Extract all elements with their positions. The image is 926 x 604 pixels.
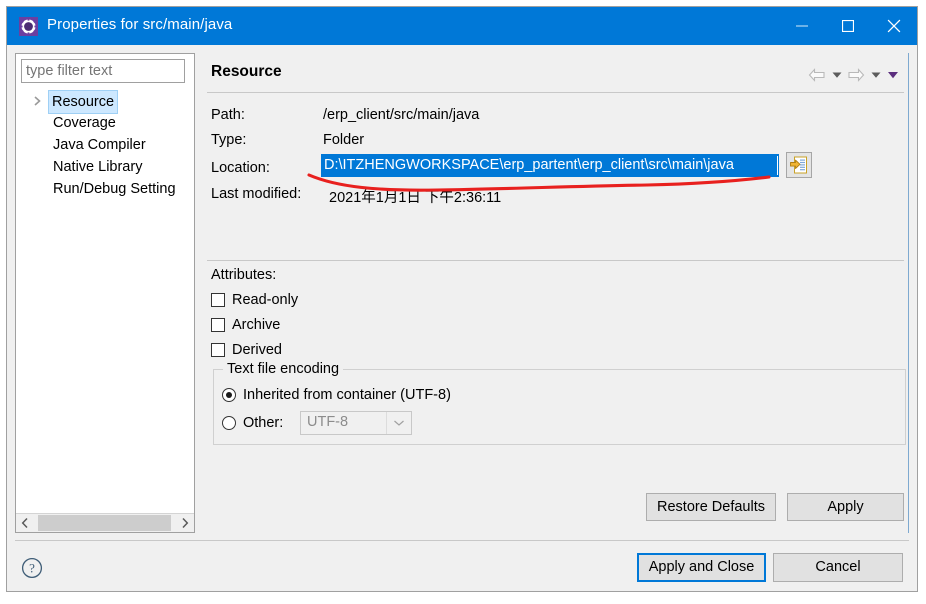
checkbox-box: [211, 293, 225, 307]
checkbox-read-only[interactable]: Read-only: [211, 288, 298, 313]
radio-other-encoding[interactable]: Other:: [222, 411, 283, 435]
svg-text:?: ?: [29, 561, 35, 576]
sidebar-item-label: Run/Debug Setting: [53, 181, 176, 197]
apply-and-close-button[interactable]: Apply and Close: [637, 553, 766, 582]
radio-dot: [222, 388, 236, 402]
attributes-title: Attributes:: [211, 267, 277, 283]
attributes-separator: [207, 260, 904, 261]
caret-down-icon[interactable]: [868, 65, 883, 85]
resource-info: Path: /erp_client/src/main/java Type: Fo…: [211, 105, 900, 209]
sidebar-item-label: Coverage: [53, 115, 116, 131]
encoding-selected-value: UTF-8: [307, 414, 349, 430]
page-navigation: [807, 65, 900, 85]
sidebar-item-native-library[interactable]: Native Library: [16, 156, 194, 178]
open-folder-icon[interactable]: [786, 152, 812, 178]
radio-inherited-encoding[interactable]: Inherited from container (UTF-8): [222, 383, 451, 407]
location-input[interactable]: D:\ITZHENGWORKSPACE\erp_partent\erp_clie…: [321, 154, 779, 177]
settings-tree-panel: Resource Coverage Java Compiler Native L…: [15, 53, 195, 533]
radio-dot: [222, 416, 236, 430]
close-button[interactable]: [871, 7, 917, 45]
properties-dialog: Properties for src/main/java type filter…: [6, 6, 918, 592]
sidebar-item-java-compiler[interactable]: Java Compiler: [16, 134, 194, 156]
radio-label: Other:: [243, 415, 284, 431]
attributes-section: Attributes: Read-only Archive Derived: [211, 267, 298, 363]
cancel-button[interactable]: Cancel: [773, 553, 903, 582]
chevron-left-icon[interactable]: [16, 514, 34, 532]
maximize-button[interactable]: [825, 7, 871, 45]
minimize-button[interactable]: [779, 7, 825, 45]
path-label: Path:: [211, 107, 245, 123]
tree-horizontal-scrollbar[interactable]: [16, 513, 194, 532]
text-file-encoding-group: Text file encoding Inherited from contai…: [213, 361, 906, 445]
title-bar: Properties for src/main/java: [7, 7, 917, 45]
type-label: Type:: [211, 132, 247, 148]
chevron-right-icon[interactable]: [176, 514, 194, 532]
checkbox-box: [211, 318, 225, 332]
sidebar-item-label: Resource: [48, 90, 119, 114]
footer-separator: [15, 540, 909, 541]
checkbox-label: Archive: [232, 317, 281, 333]
checkbox-label: Read-only: [232, 292, 299, 308]
location-value: D:\ITZHENGWORKSPACE\erp_partent\erp_clie…: [324, 157, 734, 173]
last-modified-label: Last modified:: [211, 186, 302, 202]
sidebar-item-label: Java Compiler: [53, 137, 146, 153]
path-row: Path: /erp_client/src/main/java: [211, 105, 900, 130]
location-row: Location: D:\ITZHENGWORKSPACE\erp_parten…: [211, 152, 900, 184]
sidebar-item-coverage[interactable]: Coverage: [16, 112, 194, 134]
filter-input[interactable]: [21, 59, 185, 83]
sidebar-item-label: Native Library: [53, 159, 143, 175]
caret-down-purple-icon[interactable]: [885, 65, 900, 85]
last-modified-value: 2021年1月1日 下午2:36:11: [329, 190, 502, 206]
sidebar-item-resource[interactable]: Resource: [16, 90, 194, 114]
arrow-right-icon[interactable]: [846, 65, 866, 85]
chevron-down-icon[interactable]: [386, 412, 411, 434]
page-title: Resource: [211, 63, 282, 80]
settings-tree: Resource Coverage Java Compiler Native L…: [16, 90, 194, 200]
arrow-left-icon[interactable]: [807, 65, 827, 85]
gear-icon: [19, 17, 38, 36]
encoding-select[interactable]: UTF-8: [300, 411, 412, 435]
checkbox-box: [211, 343, 225, 357]
checkbox-archive[interactable]: Archive: [211, 313, 298, 338]
text-cursor: [777, 156, 778, 175]
sidebar-item-run-debug-setting[interactable]: Run/Debug Setting: [16, 178, 194, 200]
type-value: Folder: [323, 132, 365, 148]
resource-page: Resource Path: /erp_client/src/main/java…: [203, 53, 909, 533]
checkbox-label: Derived: [232, 342, 282, 358]
group-legend: Text file encoding: [223, 361, 344, 377]
last-modified-row: Last modified: 2021年1月1日 下午2:36:11: [211, 184, 900, 209]
apply-button[interactable]: Apply: [787, 493, 904, 521]
checkbox-derived[interactable]: Derived: [211, 338, 298, 363]
path-value: /erp_client/src/main/java: [323, 107, 480, 123]
radio-label: Inherited from container (UTF-8): [243, 387, 451, 403]
help-question-icon[interactable]: ?: [21, 557, 43, 579]
scrollbar-thumb[interactable]: [38, 515, 171, 531]
window-title: Properties for src/main/java: [47, 16, 233, 33]
chevron-right-icon[interactable]: [33, 90, 45, 112]
location-label: Location:: [211, 160, 270, 176]
title-separator: [207, 92, 904, 93]
restore-defaults-button[interactable]: Restore Defaults: [646, 493, 776, 521]
caret-down-icon[interactable]: [829, 65, 844, 85]
dialog-body: Resource Coverage Java Compiler Native L…: [7, 45, 917, 591]
